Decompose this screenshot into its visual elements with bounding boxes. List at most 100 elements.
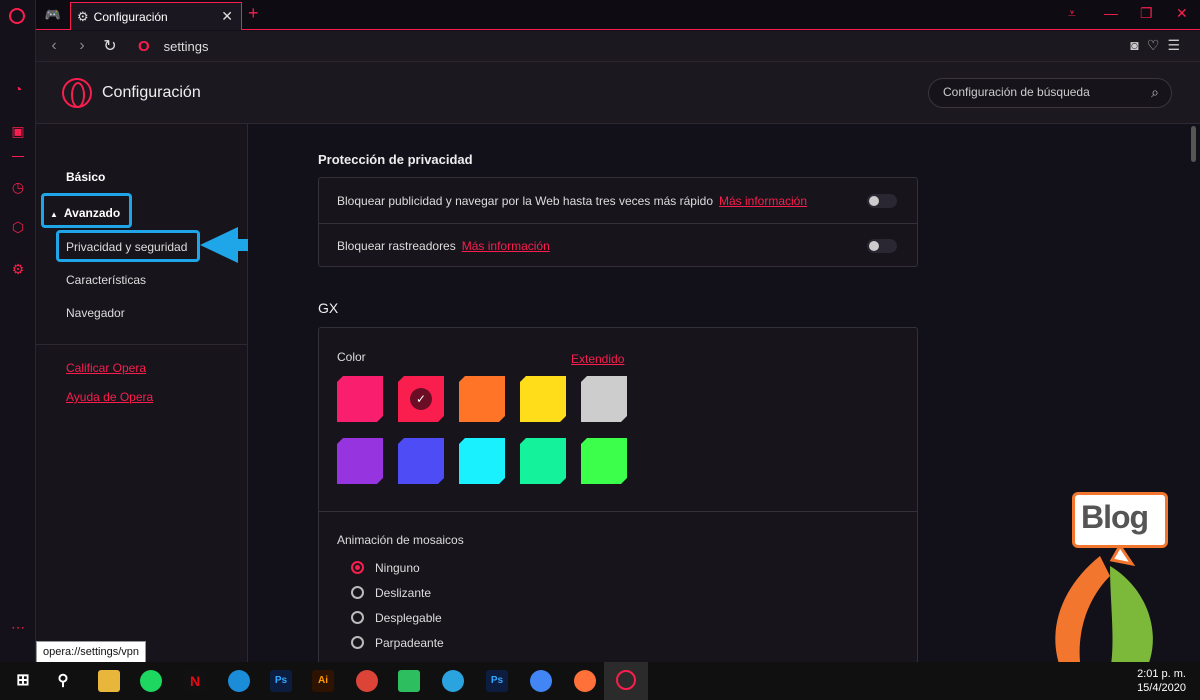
- close-icon[interactable]: ✕: [221, 8, 233, 25]
- windows-start-icon[interactable]: ⊞: [12, 670, 34, 692]
- tracker-toggle[interactable]: [867, 239, 897, 253]
- clock-time: 2:01 p. m.: [1137, 668, 1186, 680]
- url-field[interactable]: settings: [164, 39, 209, 54]
- opera-menu-icon[interactable]: [9, 8, 25, 24]
- photoshop-2-icon[interactable]: Ps: [486, 670, 508, 692]
- blog-logo-text: Blog: [1081, 499, 1149, 535]
- url-tooltip: opera://settings/vpn: [36, 641, 147, 663]
- opera-logo-icon: [62, 78, 92, 108]
- anim-radio-label: Deslizante: [375, 586, 432, 600]
- new-tab-button[interactable]: +: [248, 3, 259, 24]
- heart-icon[interactable]: ♡: [1147, 37, 1168, 53]
- speed-control-icon[interactable]: ◔: [9, 80, 27, 98]
- address-bar: ‹ › ↻ O settings ◙♡☰: [36, 31, 1200, 62]
- nav-basic[interactable]: Básico: [66, 170, 105, 184]
- anim-radio[interactable]: [351, 611, 364, 624]
- minimize-button[interactable]: —: [1104, 5, 1118, 21]
- search-icon: ⌕: [1151, 84, 1159, 100]
- gx-divider: [319, 511, 917, 512]
- color-label: Color: [337, 350, 366, 364]
- privacy-section-title: Protección de privacidad: [318, 152, 473, 167]
- anim-radio-label: Desplegable: [375, 611, 442, 625]
- easy-setup-icon[interactable]: ☰: [1167, 37, 1188, 53]
- rate-opera-link[interactable]: Calificar Opera: [66, 361, 146, 375]
- nav-browser[interactable]: Navegador: [66, 306, 125, 320]
- search-placeholder: Configuración de búsqueda: [943, 85, 1090, 99]
- opera-gx-taskbar-icon: [616, 670, 636, 690]
- photoshop-icon[interactable]: Ps: [270, 670, 292, 692]
- tab-bar: 🎮 ⚙ Configuración ✕ + ⩡ — ❐ ✕: [36, 0, 1200, 30]
- blog-logo: Blog: [1072, 492, 1168, 548]
- anim-radio-label: Parpadeante: [375, 636, 444, 650]
- anim-radio-label: Ninguno: [375, 561, 420, 575]
- tracker-row: Bloquear rastreadores Más información: [337, 239, 550, 253]
- extensions-icon[interactable]: ⬡: [9, 218, 27, 236]
- gx-card: Color Extendido ✓ Animación de mosaicos …: [318, 327, 918, 672]
- chrome-icon[interactable]: [356, 670, 378, 692]
- settings-icon[interactable]: ⚙: [9, 260, 27, 278]
- tab-settings[interactable]: ⚙ Configuración ✕: [70, 2, 242, 30]
- color-swatch[interactable]: [459, 438, 505, 484]
- edge-icon[interactable]: [228, 670, 250, 692]
- anim-title: Animación de mosaicos: [337, 533, 464, 547]
- gx-section-title: GX: [318, 300, 339, 316]
- spotify-icon[interactable]: [140, 670, 162, 692]
- help-opera-link[interactable]: Ayuda de Opera: [66, 390, 153, 404]
- search-input[interactable]: Configuración de búsqueda ⌕: [928, 78, 1172, 108]
- checkmark-icon: ✓: [410, 388, 432, 410]
- anim-radio[interactable]: [351, 586, 364, 599]
- screen: ◔ ▣ ◷ ⬡ ⚙ ⋯ 🎮 ⚙ Configuración ✕ + ⩡ — ❐ …: [0, 0, 1200, 700]
- privacy-card: Bloquear publicidad y navegar por la Web…: [318, 177, 918, 267]
- twitch-icon[interactable]: ▣: [9, 122, 27, 140]
- color-swatch[interactable]: [398, 438, 444, 484]
- search-taskbar-icon[interactable]: ⚲: [52, 670, 74, 692]
- color-swatch[interactable]: [459, 376, 505, 422]
- color-swatch[interactable]: [520, 438, 566, 484]
- settings-header: Configuración Configuración de búsqueda …: [36, 62, 1200, 124]
- back-button[interactable]: ‹: [40, 37, 68, 55]
- nav-privacy[interactable]: Privacidad y seguridad: [66, 240, 187, 254]
- history-icon[interactable]: ◷: [9, 178, 27, 196]
- anim-radio[interactable]: [351, 561, 364, 574]
- taskbar: ⊞ ⚲ N Ps Ai Ps 2:01 p. m. 15/4/2020: [0, 662, 1200, 700]
- reload-button[interactable]: ↻: [96, 36, 124, 56]
- more-icon[interactable]: ⋯: [9, 618, 27, 636]
- color-swatch[interactable]: [581, 376, 627, 422]
- forward-button[interactable]: ›: [68, 37, 96, 55]
- ad-block-more-link[interactable]: Más información: [719, 194, 807, 208]
- extended-link[interactable]: Extendido: [571, 352, 624, 366]
- tracker-more-link[interactable]: Más información: [462, 239, 550, 253]
- illustrator-icon[interactable]: Ai: [312, 670, 334, 692]
- nav-advanced[interactable]: ▲ Avanzado: [50, 206, 120, 220]
- ad-block-toggle[interactable]: [867, 194, 897, 208]
- snapshot-icon[interactable]: ◙: [1130, 37, 1146, 53]
- anim-radio[interactable]: [351, 636, 364, 649]
- opera-gx-taskbar-item[interactable]: [604, 662, 648, 700]
- color-swatch[interactable]: ✓: [398, 376, 444, 422]
- clock-date: 15/4/2020: [1137, 682, 1186, 694]
- sidebar-divider: [12, 156, 24, 157]
- close-window-button[interactable]: ✕: [1176, 5, 1188, 22]
- chrome-2-icon[interactable]: [530, 670, 552, 692]
- ad-block-row: Bloquear publicidad y navegar por la Web…: [337, 194, 808, 208]
- color-swatch[interactable]: [337, 376, 383, 422]
- firefox-icon[interactable]: [574, 670, 596, 692]
- scrollbar[interactable]: [1191, 126, 1196, 162]
- evernote-icon[interactable]: [398, 670, 420, 692]
- tab-title: Configuración: [93, 9, 168, 24]
- color-swatch[interactable]: [337, 438, 383, 484]
- gx-corner-icon[interactable]: 🎮: [36, 0, 70, 30]
- opera-icon: O: [138, 37, 150, 55]
- restore-button[interactable]: ❐: [1140, 5, 1153, 22]
- file-explorer-icon[interactable]: [98, 670, 120, 692]
- settings-nav: Básico ▲ Avanzado Privacidad y seguridad …: [36, 124, 248, 662]
- toolbar-icons: ◙♡☰: [1130, 37, 1188, 54]
- telegram-icon[interactable]: [442, 670, 464, 692]
- netflix-icon[interactable]: N: [184, 670, 206, 692]
- system-clock[interactable]: 2:01 p. m. 15/4/2020: [1137, 667, 1186, 695]
- color-swatch[interactable]: [520, 376, 566, 422]
- color-swatch[interactable]: [581, 438, 627, 484]
- tab-menu-icon[interactable]: ⩡: [1068, 5, 1076, 22]
- nav-features[interactable]: Características: [66, 273, 146, 287]
- nav-divider: [36, 344, 247, 345]
